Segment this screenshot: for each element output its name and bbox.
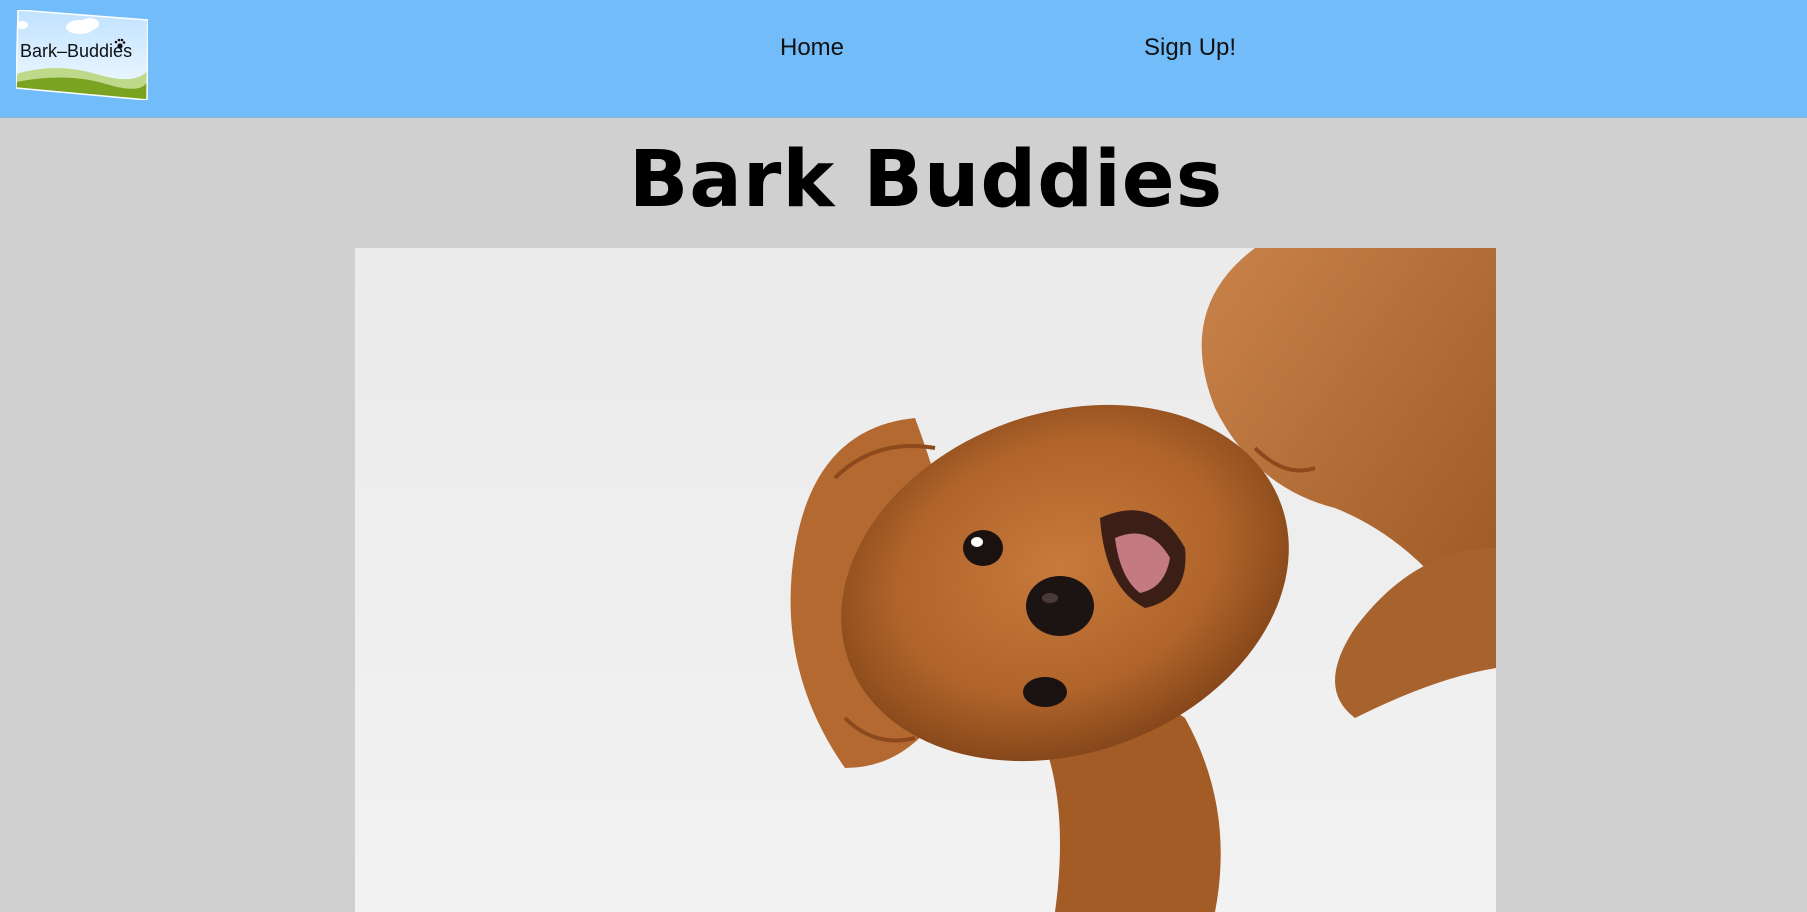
hero-image: [355, 248, 1496, 912]
top-navbar: Bark–Buddies Home Sign Up!: [0, 0, 1807, 118]
bark-buddies-logo[interactable]: Bark–Buddies: [16, 10, 148, 100]
logo-text: Bark–Buddies: [20, 41, 132, 61]
page-title: Bark Buddies: [628, 135, 1224, 225]
dog-photo-icon: [790, 248, 1496, 912]
nav-link-sign-up[interactable]: Sign Up!: [1144, 34, 1236, 62]
nav-link-home[interactable]: Home: [780, 34, 844, 62]
